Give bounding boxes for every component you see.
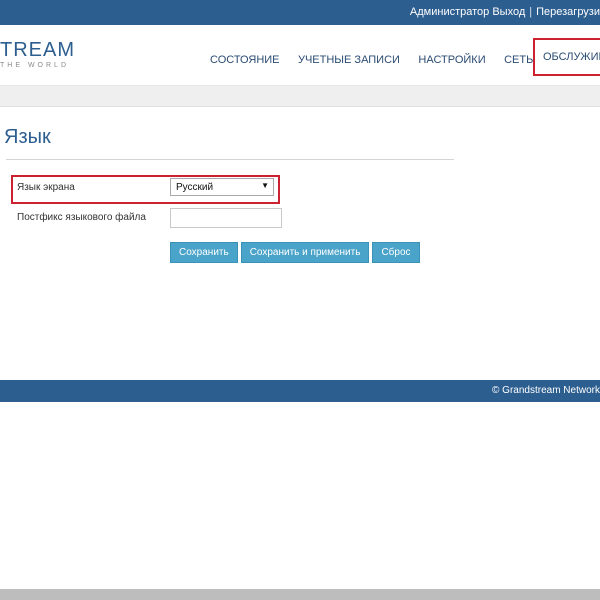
nav-status[interactable]: СОСТОЯНИЕ (210, 52, 280, 68)
reset-button[interactable]: Сброс (372, 242, 420, 263)
display-language-label: Язык экрана (17, 182, 75, 193)
header: TREAM THE WORLD СОСТОЯНИЕ УЧЕТНЫЕ ЗАПИСИ… (0, 25, 600, 86)
language-postfix-label: Постфикс языкового файла (17, 212, 146, 223)
nav-maintenance[interactable]: ОБСЛУЖИВА (533, 38, 600, 76)
title-divider (6, 159, 454, 160)
admin-logout-link[interactable]: Администратор Выход (410, 0, 525, 25)
dropdown-arrow-icon: ▼ (261, 181, 269, 190)
bottom-strip (0, 589, 600, 600)
page-title: Язык (4, 126, 51, 148)
top-bar: Администратор Выход | Перезагрузи (0, 0, 600, 25)
main-nav: СОСТОЯНИЕ УЧЕТНЫЕ ЗАПИСИ НАСТРОЙКИ СЕТЬ … (210, 38, 600, 76)
logo-tagline: THE WORLD (0, 62, 69, 69)
submenu-bar (0, 86, 600, 107)
logo: TREAM THE WORLD (0, 39, 90, 75)
footer: © Grandstream Network (0, 380, 600, 402)
top-separator: | (529, 6, 533, 18)
nav-accounts[interactable]: УЧЕТНЫЕ ЗАПИСИ (298, 52, 400, 68)
nav-settings[interactable]: НАСТРОЙКИ (418, 52, 485, 68)
display-language-select[interactable]: Русский ▼ (170, 178, 274, 196)
main-content: Язык Язык экрана Русский ▼ Постфикс язык… (0, 107, 600, 379)
language-postfix-row: Постфикс языкового файла (0, 206, 600, 230)
save-button[interactable]: Сохранить (170, 242, 238, 263)
save-apply-button[interactable]: Сохранить и применить (240, 242, 370, 263)
action-buttons: Сохранить Сохранить и применить Сброс (170, 242, 423, 263)
logo-brand: TREAM (0, 39, 75, 61)
top-links: Администратор Выход | Перезагрузи (410, 0, 600, 25)
language-postfix-input[interactable] (170, 208, 282, 228)
reboot-link[interactable]: Перезагрузи (536, 0, 600, 25)
footer-copyright: © Grandstream Network (492, 385, 600, 396)
display-language-value: Русский (176, 182, 214, 193)
display-language-row: Язык экрана Русский ▼ (0, 175, 600, 204)
nav-network[interactable]: СЕТЬ (504, 52, 533, 68)
